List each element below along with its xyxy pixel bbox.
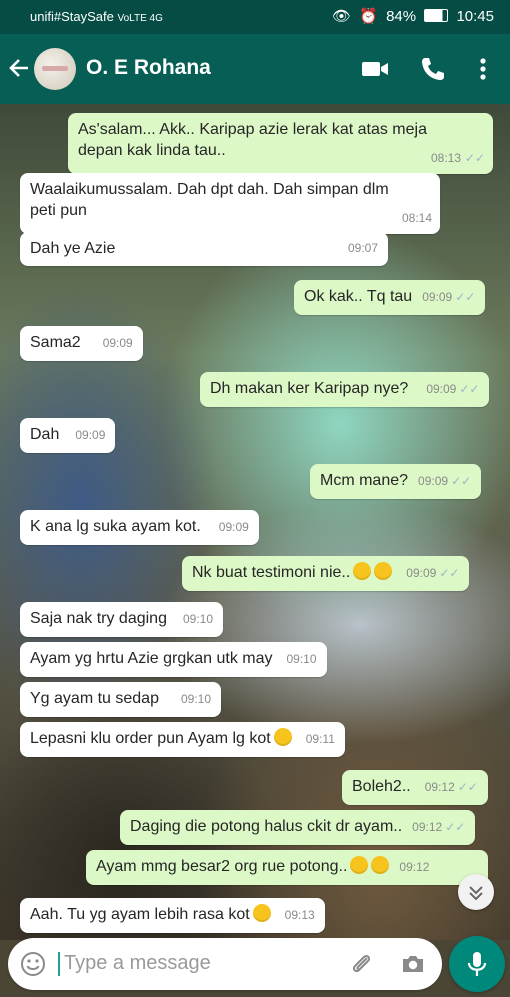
message-text: Ayam mmg besar2 org rue potong.. bbox=[96, 858, 348, 875]
tears-joy-emoji-icon bbox=[350, 856, 369, 874]
message-bubble-incoming[interactable]: K ana lg suka ayam kot. 09:09 bbox=[20, 510, 259, 545]
message-time: 09:12 bbox=[424, 780, 455, 794]
tears-joy-emoji-icon bbox=[371, 856, 390, 874]
back-arrow-icon[interactable] bbox=[8, 54, 30, 84]
message-text: Nk buat testimoni nie.. bbox=[192, 564, 351, 581]
message-text: Lepasni klu order pun Ayam lg kot bbox=[30, 730, 271, 747]
message-time: 09:10 bbox=[180, 692, 211, 706]
phone-icon[interactable] bbox=[418, 54, 448, 84]
carrier-text: unifi#StaySafe bbox=[30, 9, 114, 24]
message-bubble-outgoing[interactable]: Nk buat testimoni nie.. 09:09 ✓✓ bbox=[182, 556, 470, 591]
attach-icon[interactable] bbox=[348, 951, 374, 977]
message-time: 09:09 bbox=[406, 566, 437, 580]
message-time: 09:12 bbox=[412, 820, 443, 834]
read-ticks-icon: ✓✓ bbox=[439, 566, 460, 580]
message-text: As'salam... Akk.. Karipap azie lerak kat… bbox=[78, 121, 427, 138]
message-text: Dah ye Azie bbox=[30, 240, 116, 257]
message-composer[interactable]: Type a message bbox=[8, 938, 442, 990]
alarm-icon: ⏰ bbox=[359, 8, 378, 25]
message-bubble-outgoing[interactable]: As'salam... Akk.. Karipap azie lerak kat… bbox=[68, 113, 493, 174]
message-bubble-incoming[interactable]: Waalaikumussalam. Dah dpt dah. Dah simpa… bbox=[20, 173, 440, 234]
message-bubble-incoming[interactable]: Ayam yg hrtu Azie grgkan utk may 09:10 bbox=[20, 642, 327, 677]
message-text: Aah. Tu yg ayam lebih rasa kot bbox=[30, 906, 250, 923]
message-bubble-outgoing[interactable]: Ok kak.. Tq tau 09:09 ✓✓ bbox=[294, 280, 486, 315]
message-bubble-outgoing[interactable]: Ayam mmg besar2 org rue potong.. 09:12 bbox=[86, 850, 488, 885]
message-time: 09:12 bbox=[399, 860, 430, 874]
message-bubble-incoming[interactable]: Lepasni klu order pun Ayam lg kot 09:11 bbox=[20, 722, 345, 757]
message-text: Ok kak.. Tq tau bbox=[304, 288, 413, 305]
message-time: 09:09 bbox=[218, 520, 249, 534]
grin-sweat-emoji-icon bbox=[374, 562, 393, 580]
scroll-down-icon[interactable] bbox=[458, 874, 494, 910]
message-time: 09:09 bbox=[426, 382, 457, 396]
message-time: 09:09 bbox=[422, 290, 453, 304]
chat-header: O. E Rohana bbox=[0, 34, 510, 104]
message-bubble-incoming[interactable]: Dah 09:09 bbox=[20, 418, 116, 453]
chat-area[interactable]: As'salam... Akk.. Karipap azie lerak kat… bbox=[0, 104, 510, 940]
message-text: Boleh2.. bbox=[352, 778, 411, 795]
battery-icon bbox=[424, 9, 449, 22]
message-bubble-incoming[interactable]: Sama2 09:09 bbox=[20, 326, 143, 361]
avatar[interactable] bbox=[34, 48, 76, 90]
mic-button[interactable] bbox=[449, 936, 505, 992]
message-bubble-outgoing[interactable]: Mcm mane? 09:09 ✓✓ bbox=[310, 464, 482, 499]
battery-percent: 84% bbox=[386, 8, 417, 25]
message-text: Yg ayam tu sedap bbox=[30, 690, 159, 707]
smile-emoji-icon bbox=[273, 728, 292, 746]
read-ticks-icon: ✓✓ bbox=[445, 820, 466, 834]
more-options-icon[interactable] bbox=[468, 54, 498, 84]
network-badges: VoLTE 4G bbox=[117, 13, 163, 24]
message-time: 08:14 bbox=[401, 211, 432, 225]
message-input[interactable]: Type a message bbox=[64, 952, 211, 975]
message-time: 09:10 bbox=[286, 652, 317, 666]
message-text: Saja nak try daging bbox=[30, 610, 167, 627]
read-ticks-icon: ✓✓ bbox=[451, 474, 472, 488]
message-text: depan kak linda tau.. bbox=[78, 142, 226, 159]
video-call-icon[interactable] bbox=[360, 54, 390, 84]
message-time: 09:13 bbox=[284, 908, 315, 922]
message-bubble-outgoing[interactable]: Dh makan ker Karipap nye? 09:09 ✓✓ bbox=[200, 372, 490, 407]
read-ticks-icon: ✓✓ bbox=[455, 290, 476, 304]
contact-name[interactable]: O. E Rohana bbox=[86, 56, 211, 80]
blush-emoji-icon bbox=[252, 904, 271, 922]
read-ticks-icon: ✓✓ bbox=[459, 382, 480, 396]
camera-icon[interactable] bbox=[400, 951, 426, 977]
message-text: peti pun bbox=[30, 202, 87, 219]
message-time: 09:09 bbox=[102, 336, 133, 350]
mic-icon bbox=[467, 952, 487, 976]
emoji-icon[interactable] bbox=[20, 951, 46, 977]
message-bubble-incoming[interactable]: Aah. Tu yg ayam lebih rasa kot 09:13 bbox=[20, 898, 325, 933]
message-text: K ana lg suka ayam kot. bbox=[30, 518, 201, 535]
message-text: Ayam yg hrtu Azie grgkan utk may bbox=[30, 650, 273, 667]
message-bubble-outgoing[interactable]: Daging die potong halus ckit dr ayam.. 09… bbox=[120, 810, 476, 845]
message-bubble-incoming[interactable]: Saja nak try daging 09:10 bbox=[20, 602, 224, 637]
message-time: 09:09 bbox=[418, 474, 449, 488]
clock-time: 10:45 bbox=[456, 8, 494, 25]
message-text: Waalaikumussalam. Dah dpt dah. Dah simpa… bbox=[30, 181, 389, 198]
read-ticks-icon: ✓✓ bbox=[457, 780, 478, 794]
grin-sweat-emoji-icon bbox=[353, 562, 372, 580]
carrier-label: unifi#StaySafe VoLTE 4G bbox=[30, 9, 163, 24]
eye-icon: 👁 bbox=[332, 8, 352, 25]
message-time: 09:11 bbox=[305, 732, 335, 746]
message-bubble-incoming[interactable]: Dah ye Azie 09:07 bbox=[20, 232, 388, 266]
message-time: 08:13 bbox=[430, 151, 461, 165]
read-ticks-icon: ✓✓ bbox=[464, 151, 485, 165]
message-bubble-incoming[interactable]: Yg ayam tu sedap 09:10 bbox=[20, 682, 221, 717]
text-caret bbox=[58, 952, 60, 976]
message-time: 09:07 bbox=[347, 241, 378, 255]
message-text: Mcm mane? bbox=[320, 472, 409, 489]
message-text: Daging die potong halus ckit dr ayam.. bbox=[130, 818, 403, 835]
status-bar: unifi#StaySafe VoLTE 4G 👁 ⏰ 84% 10:45 bbox=[0, 0, 510, 34]
message-time: 09:10 bbox=[182, 612, 214, 626]
message-time: 09:09 bbox=[75, 428, 106, 442]
message-text: Dah bbox=[30, 426, 60, 443]
message-text: Sama2 bbox=[30, 334, 81, 351]
message-text: Dh makan ker Karipap nye? bbox=[210, 380, 409, 397]
message-bubble-outgoing[interactable]: Boleh2.. 09:12 ✓✓ bbox=[342, 770, 488, 805]
status-right: 👁 ⏰ 84% 10:45 bbox=[328, 7, 494, 25]
